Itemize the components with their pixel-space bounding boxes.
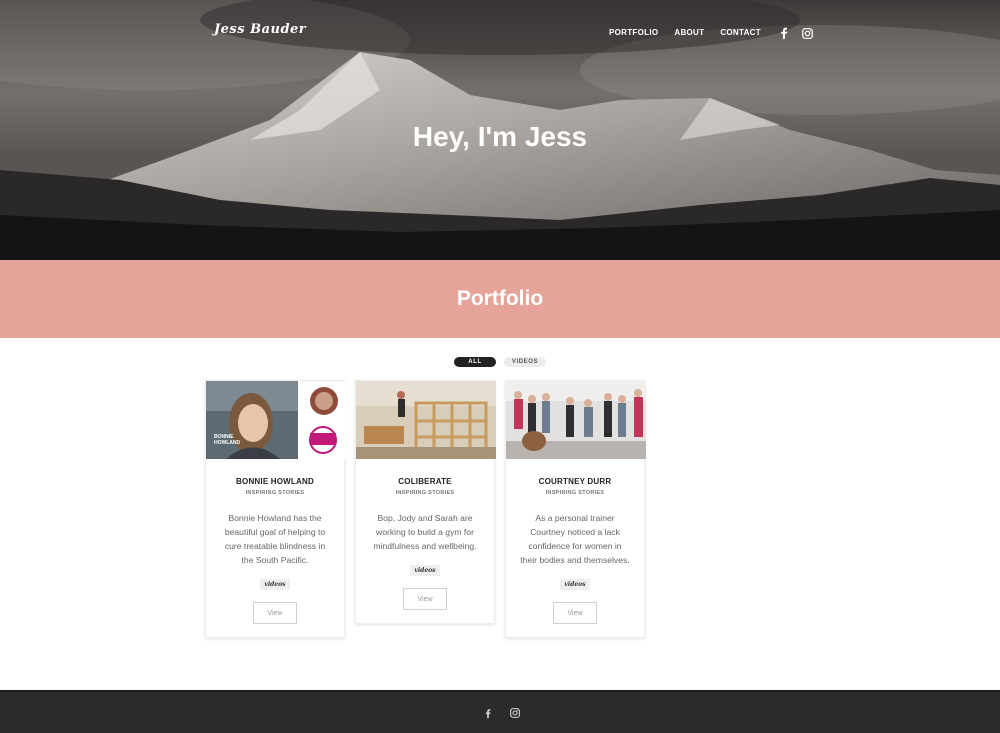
card-title[interactable]: BONNIE HOWLAND (206, 477, 344, 486)
card-tag[interactable]: videos (260, 579, 290, 590)
card-description: As a personal trainer Courtney noticed a… (520, 513, 630, 565)
card-thumbnail[interactable] (506, 381, 646, 459)
nav-item-portfolio[interactable]: PORTFOLIO (609, 28, 658, 38)
group-image (506, 381, 646, 459)
site-footer (0, 690, 1000, 733)
view-button[interactable]: View (403, 588, 447, 610)
section-title: Portfolio (456, 287, 544, 310)
footer-social (482, 707, 536, 719)
portfolio-filters: ALL VIDEOS (454, 357, 546, 367)
thumb-caption: BONNIE HOWLAND (214, 434, 241, 446)
card-description: Bonnie Howland has the beautiful goal of… (224, 513, 326, 565)
main-nav: PORTFOLIO ABOUT CONTACT (609, 26, 825, 40)
portfolio-card[interactable]: BONNIE HOWLAND BONNIE HOWLAND INSPIRING … (205, 380, 346, 638)
hero-banner: Jess Bauder PORTFOLIO ABOUT CONTACT Hey,… (0, 0, 1000, 260)
card-tag[interactable]: videos (410, 565, 440, 576)
gym-image (356, 381, 496, 459)
portrait-image (206, 381, 346, 459)
portfolio-card[interactable]: COLIBERATE INSPIRING STORIES Bop, Jody a… (355, 380, 496, 624)
facebook-icon[interactable] (777, 26, 791, 40)
portfolio-card[interactable]: COURTNEY DURR INSPIRING STORIES As a per… (505, 380, 646, 638)
card-category: INSPIRING STORIES (395, 490, 455, 496)
card-category: INSPIRING STORIES (545, 490, 605, 496)
card-title[interactable]: COURTNEY DURR (506, 477, 644, 486)
card-tag[interactable]: videos (560, 579, 590, 590)
site-logo[interactable]: Jess Bauder (214, 22, 306, 37)
filter-all-button[interactable]: ALL (454, 357, 496, 367)
hero-title: Hey, I'm Jess (412, 121, 588, 152)
card-description: Bop, Jody and Sarah are working to build… (373, 513, 477, 551)
nav-item-contact[interactable]: CONTACT (720, 28, 761, 38)
instagram-icon[interactable] (509, 707, 521, 719)
view-button[interactable]: View (253, 602, 297, 624)
facebook-icon[interactable] (482, 707, 494, 719)
card-thumbnail[interactable]: BONNIE HOWLAND (206, 381, 346, 459)
card-thumbnail[interactable] (356, 381, 496, 459)
nav-item-about[interactable]: ABOUT (674, 28, 704, 38)
card-category: INSPIRING STORIES (245, 490, 305, 496)
instagram-icon[interactable] (801, 26, 815, 40)
portfolio-band: Portfolio (0, 260, 1000, 338)
card-title[interactable]: COLIBERATE (356, 477, 494, 486)
filter-videos-button[interactable]: VIDEOS (504, 357, 546, 367)
view-button[interactable]: View (553, 602, 597, 624)
